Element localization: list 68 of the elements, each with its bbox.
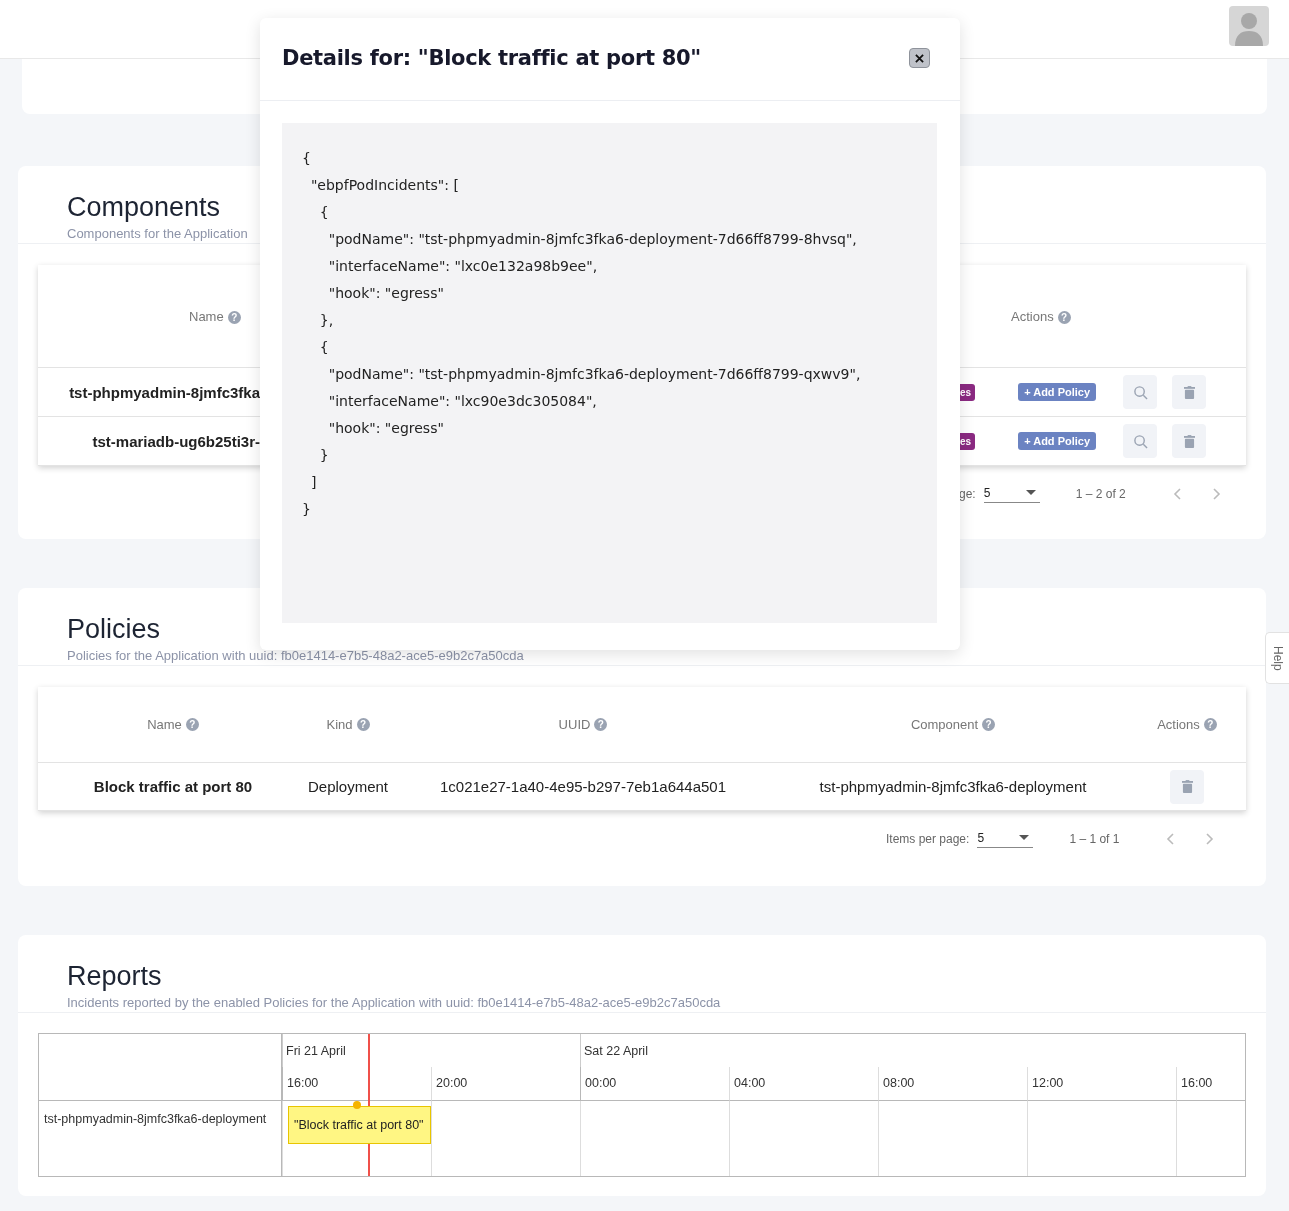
caret-icon [1025,490,1036,495]
json-text: { "ebpfPodIncidents": [ { "podName": "tst-phpmyadmin-8jmfc3fka6-deployment-7d66ff8799-8hvsq", "interfaceName": "lxc0e132a98b9ee", "hook": "egress" }, { "podName": "tst-phpmyadmin-8jmfc3fka6-deployment-7d66ff8799-qxwv9", "interfaceName": "lxc90e3dc305084", "hook": "egress" } ] } [302,149,861,519]
row-label: tst-phpmyadmin-8jmfc3fka6-deployment [44,1112,267,1126]
hour-label: 04:00 [734,1076,766,1090]
column-header: Actions [1157,717,1200,732]
table-cell: tst-phpmyadmin-8jmfc3fka [69,383,260,401]
column-header: Kind [326,717,353,732]
items-per-page-label: Items per page: [886,832,970,846]
delete-button[interactable] [1170,769,1204,804]
table-cell: Block traffic at port 80 [93,778,253,795]
column-header: UUID [558,717,591,732]
add-policy-button[interactable]: + Add Policy [1018,432,1097,450]
help-tab[interactable]: Help [1265,632,1289,684]
next-page-icon[interactable] [1212,488,1221,500]
column-header: Name [189,309,224,324]
close-button[interactable] [909,48,930,68]
add-policy-button[interactable]: + Add Policy [1018,383,1097,401]
next-page-icon[interactable] [1206,833,1215,845]
column-header: Name [147,717,182,732]
dialog-title: Details for: "Block traffic at port 80" [282,46,701,70]
trash-icon [1183,434,1195,448]
section-title: Components [67,192,221,222]
page-range: 1 – 1 of 1 [1069,832,1120,846]
table-cell: tst-mariadb-ug6b25ti3r- [92,432,260,450]
delete-button[interactable] [1172,375,1207,409]
hour-label: 00:00 [585,1076,617,1090]
table-cell: 1c021e27-1a40-4e95-b297-7eb1a644a501 [439,778,727,795]
table-cell: Deployment [308,778,389,795]
page-range: 1 – 2 of 2 [1075,487,1126,501]
search-icon [1132,433,1148,449]
search-icon [1132,384,1148,400]
section-subtitle: Components for the Application [67,226,248,241]
help-icon[interactable]: ? [356,718,370,731]
section-subtitle: Incidents reported by the enabled Policies for the Application with uuid: fb0e1414-e7b5-48a2-ace5-e9b2c7a50cda [67,995,721,1010]
previous-page-icon[interactable] [1172,488,1181,500]
section-subtitle: Policies for the Application with uuid: fb0e1414-e7b5-48a2-ace5-e9b2c7a50cda [67,648,524,663]
section-title: Reports [67,961,162,991]
avatar-icon[interactable] [1229,6,1269,46]
table-cell: tst-phpmyadmin-8jmfc3fka6-deployment [819,778,1087,795]
previous-page-icon[interactable] [1166,833,1175,845]
items-per-page-label: ge: [959,487,976,501]
delete-button[interactable] [1172,424,1207,458]
caret-icon [1019,835,1030,840]
hour-label: 12:00 [1032,1076,1064,1090]
help-icon[interactable]: ? [1057,311,1071,324]
trash-icon [1181,780,1193,793]
help-icon[interactable]: ? [227,311,241,324]
timeline-event[interactable]: "Block traffic at port 80" [288,1106,431,1144]
day-label: Fri 21 April [286,1044,346,1058]
hour-label: 20:00 [436,1076,468,1090]
hour-label: 16:00 [1181,1076,1213,1090]
column-header: Actions [1011,309,1054,324]
help-icon[interactable]: ? [982,718,996,731]
section-title: Policies [67,614,161,644]
page-size-select[interactable]: 5 [983,485,1040,503]
hour-label: 08:00 [883,1076,915,1090]
page-size-select[interactable]: 5 [977,830,1034,848]
search-button[interactable] [1123,375,1158,409]
search-button[interactable] [1123,424,1158,458]
help-icon[interactable]: ? [594,718,608,731]
event-marker[interactable] [353,1101,361,1109]
hour-label: 16:00 [287,1076,319,1090]
column-header: Component [910,717,979,732]
close-icon [915,53,924,63]
day-label: Sat 22 April [584,1044,648,1058]
trash-icon [1183,385,1195,399]
help-icon[interactable]: ? [185,718,199,731]
help-icon[interactable]: ? [1203,718,1217,731]
